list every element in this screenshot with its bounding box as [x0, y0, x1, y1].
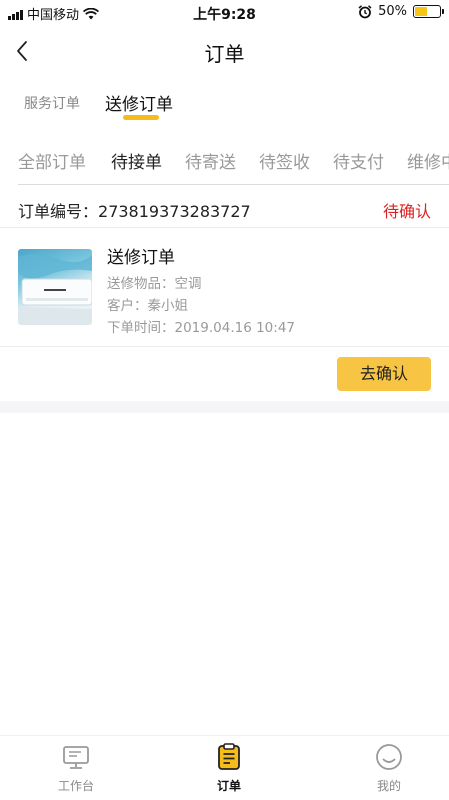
battery-percent: 50% [378, 4, 407, 19]
tab-workbench[interactable]: 工作台 [36, 742, 116, 794]
order-number: 订单编号：273819373283727 [18, 198, 251, 222]
order-number-label: 订单编号： [18, 202, 99, 221]
tab-orders[interactable]: 订单 [189, 742, 269, 794]
tab-pending-send[interactable]: 待寄送 [185, 148, 236, 173]
confirm-button[interactable]: 去确认 [337, 357, 431, 391]
alarm-icon [358, 4, 372, 18]
tab-pending-receive[interactable]: 待签收 [259, 148, 310, 173]
bottom-tab-bar: 工作台 订单 我的 [0, 735, 449, 800]
section-divider [0, 401, 449, 413]
tab-repair-orders[interactable]: 送修订单 [105, 90, 173, 115]
tab-mine-label: 我的 [376, 779, 401, 793]
status-bar: 中国移动 上午9:28 50% [0, 0, 449, 26]
tab-pending-payment[interactable]: 待支付 [333, 148, 384, 173]
monitor-icon [63, 746, 89, 769]
page-title: 订单 [204, 42, 245, 66]
tab-service-orders[interactable]: 服务订单 [24, 93, 80, 113]
tab-repairing[interactable]: 维修中 [407, 148, 449, 173]
tab-all-orders[interactable]: 全部订单 [18, 148, 86, 173]
tab-mine[interactable]: 我的 [349, 742, 429, 794]
order-card[interactable]: 送修订单 送修物品：空调 客户：秦小姐 下单时间：2019.04.16 10:4… [0, 229, 449, 347]
status-right: 50% [358, 4, 444, 19]
active-tab-indicator [123, 115, 159, 120]
clipboard-icon [218, 743, 240, 770]
order-header: 订单编号：273819373283727 待确认 [0, 190, 449, 228]
tabs-divider [18, 184, 449, 185]
smiley-icon [376, 744, 402, 770]
order-status-badge: 待确认 [382, 202, 431, 221]
order-actions: 去确认 [0, 347, 449, 401]
air-conditioner-image [18, 249, 92, 325]
nav-bar: 订单 [0, 26, 449, 76]
order-item: 送修物品：空调 [107, 276, 202, 292]
battery-icon [413, 5, 444, 18]
tab-workbench-label: 工作台 [57, 779, 94, 793]
order-time: 下单时间：2019.04.16 10:47 [107, 320, 295, 336]
order-customer: 客户：秦小姐 [107, 298, 188, 314]
order-type-tabs: 服务订单 送修订单 [0, 86, 449, 126]
battery-fill [415, 7, 427, 16]
order-title: 送修订单 [107, 248, 175, 268]
order-status-tabs: 全部订单 待接单 待寄送 待签收 待支付 维修中 [0, 143, 449, 183]
tab-orders-label: 订单 [216, 779, 241, 793]
order-number-value: 273819373283727 [98, 202, 251, 221]
tab-pending-accept[interactable]: 待接单 [111, 148, 162, 173]
